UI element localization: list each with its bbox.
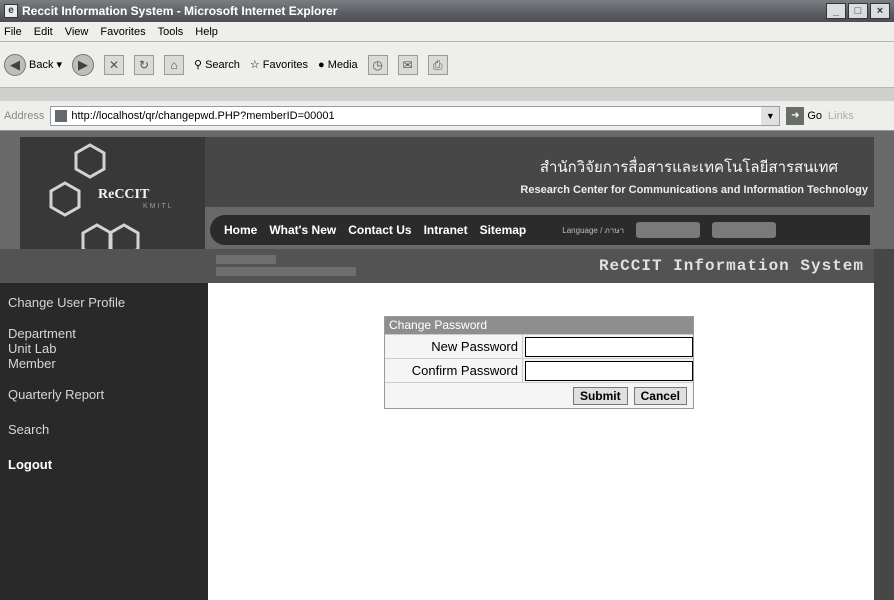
sidebar: Change User Profile Department Unit Lab … [0,283,208,600]
web-page: ReCCIT KMITL สำนักวิจัยการสื่อสารและเทคโ… [0,131,894,600]
address-url: http://localhost/qr/changepwd.PHP?member… [71,109,335,122]
page-right-edge [874,249,894,600]
cancel-button[interactable]: Cancel [633,386,687,405]
faint-text-line [216,267,356,276]
media-button[interactable]: ● Media [318,59,358,71]
forward-button[interactable]: ▶ [72,53,94,76]
address-dropdown-icon[interactable]: ▼ [761,106,780,125]
page-icon [55,109,68,122]
menu-favorites[interactable]: Favorites [100,26,145,38]
nav-whats-new[interactable]: What's New [269,223,336,237]
sidebar-item-member[interactable]: Member [0,356,208,371]
back-arrow-icon: ◀ [4,53,26,76]
ie-icon: e [4,4,18,18]
address-field[interactable]: http://localhost/qr/changepwd.PHP?member… [50,105,781,126]
confirm-password-row: Confirm Password [385,358,693,382]
confirm-password-input[interactable] [525,360,693,381]
media-label: Media [327,58,358,71]
new-password-label: New Password [385,335,523,358]
menu-tools[interactable]: Tools [158,26,184,38]
nav-intranet[interactable]: Intranet [424,223,468,237]
home-button[interactable]: ⌂ [164,54,184,75]
nav-sitemap[interactable]: Sitemap [480,223,527,237]
go-label: Go [807,109,823,122]
english-title: Research Center for Communications and I… [520,184,868,196]
address-label: Address [4,109,45,122]
system-title: ReCCIT Information System [598,257,864,275]
header-title-band: สำนักวิจัยการสื่อสารและเทคโนโลยีสารสนเทศ… [205,137,874,207]
form-actions: Submit Cancel [385,382,693,408]
nav-home[interactable]: Home [224,223,257,237]
logo-subtext: KMITL [143,203,174,210]
site-nav: Home What's New Contact Us Intranet Site… [210,215,870,245]
sidebar-item-change-user-profile[interactable]: Change User Profile [0,295,208,310]
back-dropdown-icon[interactable]: ▾ [56,58,62,71]
new-password-row: New Password [385,334,693,358]
mail-button[interactable]: ✉ [397,54,418,75]
confirm-password-label: Confirm Password [385,359,523,382]
window-controls: _ □ × [826,3,890,19]
main-content: Change Password New Password Confirm Pas… [208,283,874,600]
menu-view[interactable]: View [65,26,89,38]
thai-title: สำนักวิจัยการสื่อสารและเทคโนโลยีสารสนเทศ [539,159,838,176]
language-label: Language / ภาษา [562,225,625,235]
sidebar-item-unit-lab[interactable]: Unit Lab [0,341,208,356]
menu-file[interactable]: File [4,26,22,38]
links-label[interactable]: Links [828,110,854,122]
search-label: Search [205,58,240,71]
star-icon: ☆ [249,59,260,71]
new-password-input[interactable] [525,336,693,357]
go-arrow-icon: ➜ [786,106,805,125]
history-button[interactable]: ◷ [367,54,388,75]
maximize-button[interactable]: □ [848,3,868,19]
form-header: Change Password [385,317,693,334]
close-button[interactable]: × [870,3,890,19]
sidebar-item-logout[interactable]: Logout [0,457,208,472]
submit-button[interactable]: Submit [572,386,628,405]
faint-text-line [216,255,276,264]
sidebar-item-search[interactable]: Search [0,422,208,437]
favorites-label: Favorites [262,58,309,71]
menu-help[interactable]: Help [195,26,218,38]
sidebar-item-department[interactable]: Department [0,326,208,341]
back-label: Back [29,58,54,71]
site-logo[interactable]: ReCCIT KMITL [20,137,205,267]
media-icon: ● [318,58,325,71]
language-thai-button[interactable] [712,222,777,238]
print-button[interactable]: ⎙ [427,54,448,75]
logo-text: ReCCIT [98,187,150,202]
favorites-button[interactable]: ☆ Favorites [249,58,309,72]
back-button[interactable]: ◀ Back ▾ [4,53,62,76]
search-icon: ⚲ [194,59,203,71]
refresh-button[interactable]: ↻ [134,54,154,75]
go-button[interactable]: ➜ Go [786,106,823,125]
system-title-band: ReCCIT Information System [0,249,874,283]
search-button[interactable]: ⚲ Search [194,58,240,72]
sidebar-item-quarterly-report[interactable]: Quarterly Report [0,387,208,402]
menu-edit[interactable]: Edit [34,26,53,38]
browser-toolbar: ◀ Back ▾ ▶ ✕ ↻ ⌂ ⚲ Search ☆ Favorites ● … [0,42,894,88]
nav-contact-us[interactable]: Contact Us [348,223,411,237]
window-titlebar: e Reccit Information System - Microsoft … [0,0,894,22]
language-english-button[interactable] [636,222,701,238]
menu-bar: File Edit View Favorites Tools Help [0,22,894,42]
stop-button[interactable]: ✕ [104,54,124,75]
address-bar: Address http://localhost/qr/changepwd.PH… [0,101,894,131]
minimize-button[interactable]: _ [826,3,846,19]
change-password-form: Change Password New Password Confirm Pas… [384,316,694,409]
window-title: Reccit Information System - Microsoft In… [22,4,338,18]
